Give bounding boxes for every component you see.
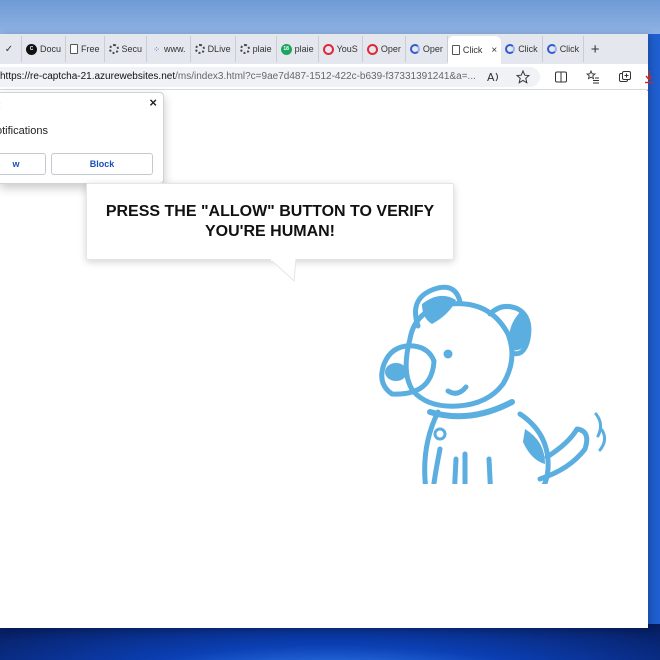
- tab-1[interactable]: ✓: [0, 36, 22, 62]
- tab-label: Oper: [380, 44, 401, 54]
- tab-label: YouS: [336, 44, 358, 54]
- read-aloud-icon[interactable]: A: [486, 69, 502, 85]
- close-tab-icon[interactable]: ×: [491, 45, 497, 56]
- split-screen-icon[interactable]: [553, 69, 569, 85]
- tab-6[interactable]: DLive: [191, 36, 236, 62]
- favorite-star-icon[interactable]: [515, 69, 531, 85]
- tab-label: Click: [559, 44, 580, 54]
- tab-3[interactable]: Free: [66, 36, 105, 62]
- tab-2[interactable]: C Docu: [22, 36, 67, 62]
- permission-title: :: [0, 100, 1, 112]
- tab-label: plaie: [252, 44, 272, 54]
- favorites-list-icon[interactable]: [585, 69, 601, 85]
- tab-8[interactable]: 18 plaie: [277, 36, 319, 62]
- green-circle-icon: 18: [280, 43, 292, 55]
- gear-icon: [108, 44, 119, 54]
- url-host: https://re-captcha-21.azurewebsites.net: [0, 71, 176, 82]
- opera-icon: [322, 43, 334, 55]
- tab-11[interactable]: Oper: [406, 36, 448, 62]
- opera-icon: [366, 43, 378, 55]
- tab-label: www.: [164, 44, 186, 54]
- svg-text:A: A: [487, 71, 495, 84]
- tab-label: Oper: [422, 44, 443, 54]
- captcha-icon: [546, 44, 557, 54]
- desktop-wallpaper-top: [0, 0, 660, 34]
- tab-5[interactable]: ⁘ www.: [147, 36, 191, 62]
- dots-icon: ⁘: [153, 44, 160, 54]
- downloads-icon[interactable]: [644, 69, 660, 85]
- tab-label: Click: [462, 45, 483, 55]
- gear-icon: [239, 44, 250, 54]
- address-bar[interactable]: https://re-captcha-21.azurewebsites.net/…: [0, 67, 540, 87]
- check-icon: ✓: [4, 43, 14, 55]
- tab-14[interactable]: Click: [543, 36, 585, 62]
- captcha-icon: [409, 44, 420, 54]
- tab-13[interactable]: Click: [501, 36, 543, 62]
- tab-strip: ✓ C Docu Free Secu ⁘ www. DLive plaie 18: [0, 34, 648, 64]
- tab-label: plaie: [294, 44, 314, 54]
- notification-permission-popup: : × otifications w Block: [0, 92, 164, 184]
- collections-icon[interactable]: [617, 69, 633, 85]
- captcha-icon: [505, 44, 516, 54]
- speech-bubble-tail: [270, 259, 297, 283]
- permission-text: otifications: [0, 125, 48, 137]
- tab-active[interactable]: Click ×: [447, 36, 502, 64]
- tab-7[interactable]: plaie: [236, 36, 277, 62]
- tab-label: DLive: [207, 44, 231, 54]
- document-icon: [451, 45, 460, 55]
- desktop-wallpaper-bottom: [0, 624, 660, 660]
- browser-toolbar: https://re-captcha-21.azurewebsites.net/…: [0, 64, 653, 90]
- close-icon[interactable]: ×: [149, 95, 157, 110]
- tab-label: Secu: [121, 44, 143, 54]
- speech-bubble: PRESS THE "ALLOW" BUTTON TO VERIFY YOU'R…: [86, 183, 454, 260]
- tab-10[interactable]: Oper: [363, 36, 406, 62]
- tab-label: Free: [81, 44, 100, 54]
- block-button[interactable]: Block: [51, 153, 153, 175]
- gear-icon: [194, 44, 205, 54]
- dog-illustration-icon: [379, 284, 607, 484]
- tab-9[interactable]: YouS: [319, 36, 363, 62]
- tab-label: Docu: [40, 44, 62, 54]
- document-icon: [70, 44, 79, 54]
- circle-logo-icon: C: [26, 43, 37, 55]
- tab-label: Click: [518, 44, 538, 54]
- url-path: /ms/index3.html?c=9ae7d487-1512-422c-b63…: [175, 71, 476, 82]
- new-tab-button[interactable]: +: [584, 41, 606, 58]
- allow-button[interactable]: w: [0, 153, 46, 175]
- tab-4[interactable]: Secu: [105, 36, 148, 62]
- verify-message: PRESS THE "ALLOW" BUTTON TO VERIFY YOU'R…: [105, 202, 435, 240]
